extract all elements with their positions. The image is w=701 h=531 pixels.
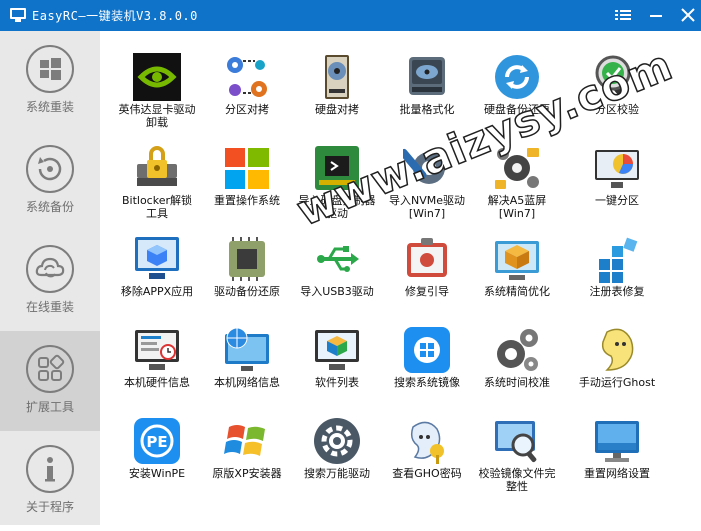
ghost-icon bbox=[601, 328, 634, 371]
sidebar-item-tools[interactable]: 扩展工具 bbox=[0, 331, 100, 431]
tool-registry-repair[interactable]: 注册表修复 bbox=[572, 222, 662, 313]
search-image-icon bbox=[404, 327, 450, 373]
tile-label: 一键分区 bbox=[595, 194, 639, 207]
tool-verify-image[interactable]: 校验镜像文件完 整性 bbox=[472, 404, 562, 495]
tile-label: 驱动备份还原 bbox=[214, 285, 280, 298]
tile-label: 硬盘对拷 bbox=[315, 103, 359, 116]
tool-gho-password[interactable]: 查看GHO密码 bbox=[382, 404, 472, 495]
tile-label: 搜索万能驱动 bbox=[304, 467, 370, 480]
partition-copy-icon bbox=[227, 57, 267, 97]
sidebar: 系统重装 系统备份 在线重装 扩展工具 关于程序 bbox=[0, 31, 100, 525]
tile-label: 搜索系统镜像 bbox=[394, 376, 460, 389]
tool-partition-copy[interactable]: 分区对拷 bbox=[202, 40, 292, 131]
minimize-icon[interactable] bbox=[645, 4, 667, 26]
title-bar: EasyRC—一键装机V3.8.0.0 bbox=[0, 0, 701, 31]
tool-time-sync[interactable]: 系统时间校准 bbox=[472, 313, 562, 404]
tile-label: 本机硬件信息 bbox=[124, 376, 190, 389]
reset-network-icon bbox=[595, 421, 639, 462]
batch-format-icon bbox=[409, 57, 445, 95]
sidebar-item-label: 系统备份 bbox=[25, 200, 74, 214]
hardware-info-icon bbox=[135, 330, 179, 370]
tile-label: 批量格式化 bbox=[399, 103, 455, 116]
tool-batch-format[interactable]: 批量格式化 bbox=[382, 40, 472, 131]
nvidia-icon bbox=[133, 53, 181, 101]
tool-import-usb3-driver[interactable]: 导入USB3驱动 bbox=[292, 222, 382, 313]
tile-label: 查看GHO密码 bbox=[392, 467, 462, 480]
tile-label: 手动运行Ghost bbox=[578, 376, 656, 389]
menu-icon[interactable] bbox=[612, 4, 634, 26]
tool-driver-backup[interactable]: 驱动备份还原 bbox=[202, 222, 292, 313]
sidebar-item-label: 扩展工具 bbox=[25, 400, 74, 414]
tool-search-driver[interactable]: 搜索万能驱动 bbox=[292, 404, 382, 495]
hdd-copy-icon bbox=[325, 55, 349, 99]
sidebar-item-label: 关于程序 bbox=[25, 500, 74, 514]
tile-label: 移除APPX应用 bbox=[120, 285, 194, 298]
tool-reset-os[interactable]: 重置操作系统 bbox=[202, 131, 292, 222]
registry-icon bbox=[599, 237, 638, 283]
tool-hardware-info[interactable]: 本机硬件信息 bbox=[112, 313, 202, 404]
gear-driver-icon bbox=[314, 418, 360, 464]
tile-label: 导入USB3驱动 bbox=[300, 285, 374, 298]
pie-monitor-icon bbox=[595, 150, 639, 188]
tile-label: 英伟达显卡驱动 卸载 bbox=[118, 103, 196, 129]
tool-hdd-copy[interactable]: 硬盘对拷 bbox=[292, 40, 382, 131]
apps-icon bbox=[26, 345, 74, 393]
windows-icon bbox=[26, 45, 74, 93]
app-logo-icon bbox=[10, 8, 26, 22]
window-title: EasyRC—一键装机V3.8.0.0 bbox=[32, 9, 198, 23]
tile-label: 安装WinPE bbox=[128, 467, 186, 480]
tile-label: 软件列表 bbox=[315, 376, 359, 389]
backup-icon bbox=[26, 145, 74, 193]
time-gears-icon bbox=[497, 329, 538, 371]
cloud-icon bbox=[26, 245, 74, 293]
tool-one-click-partition[interactable]: 一键分区 bbox=[572, 131, 662, 222]
info-icon bbox=[26, 445, 74, 493]
tile-label: 解决A5蓝屏 [Win7] bbox=[487, 194, 547, 220]
tool-remove-appx[interactable]: 移除APPX应用 bbox=[112, 222, 202, 313]
network-globe-icon bbox=[225, 327, 269, 371]
tile-label: 重置网络设置 bbox=[584, 467, 650, 480]
sidebar-item-label: 系统重装 bbox=[25, 100, 74, 114]
windows-logo-icon bbox=[225, 148, 269, 189]
tile-label: 校验镜像文件完 整性 bbox=[478, 467, 556, 493]
tool-bitlocker[interactable]: Bitlocker解锁 工具 bbox=[112, 131, 202, 222]
tile-label: 修复引导 bbox=[405, 285, 449, 298]
tool-install-winpe[interactable]: PE 安装WinPE bbox=[112, 404, 202, 495]
tile-label: 系统精简优化 bbox=[484, 285, 550, 298]
tool-software-list[interactable]: 软件列表 bbox=[292, 313, 382, 404]
software-list-icon bbox=[315, 330, 359, 370]
tile-label: 本机网络信息 bbox=[214, 376, 280, 389]
tile-label: 系统时间校准 bbox=[484, 376, 550, 389]
close-icon[interactable] bbox=[677, 4, 699, 26]
tool-network-info[interactable]: 本机网络信息 bbox=[202, 313, 292, 404]
tool-xp-installer[interactable]: 原版XP安装器 bbox=[202, 404, 292, 495]
sidebar-item-label: 在线重装 bbox=[25, 300, 74, 314]
tile-label: 重置操作系统 bbox=[214, 194, 280, 207]
sidebar-item-about[interactable]: 关于程序 bbox=[0, 431, 100, 531]
optimize-icon bbox=[495, 241, 539, 280]
xp-logo-icon bbox=[224, 425, 265, 456]
sidebar-item-backup[interactable]: 系统备份 bbox=[0, 131, 100, 231]
tool-run-ghost[interactable]: 手动运行Ghost bbox=[572, 313, 662, 404]
lock-icon bbox=[137, 146, 177, 186]
tool-repair-boot[interactable]: 修复引导 bbox=[382, 222, 472, 313]
winpe-icon: PE bbox=[134, 418, 180, 464]
usb-icon bbox=[317, 246, 359, 272]
tool-nvidia-uninstall[interactable]: 英伟达显卡驱动 卸载 bbox=[112, 40, 202, 131]
tool-search-image[interactable]: 搜索系统镜像 bbox=[382, 313, 472, 404]
tile-label: 原版XP安装器 bbox=[212, 467, 282, 480]
tool-system-optimize[interactable]: 系统精简优化 bbox=[472, 222, 562, 313]
tile-label: 分区对拷 bbox=[225, 103, 269, 116]
tile-label: 注册表修复 bbox=[589, 285, 645, 298]
verify-image-icon bbox=[495, 421, 537, 463]
repair-boot-icon bbox=[407, 238, 447, 277]
svg-text:PE: PE bbox=[146, 433, 167, 451]
sidebar-item-online[interactable]: 在线重装 bbox=[0, 231, 100, 331]
sidebar-item-reinstall[interactable]: 系统重装 bbox=[0, 31, 100, 131]
tile-label: Bitlocker解锁 工具 bbox=[121, 194, 193, 220]
remove-app-icon bbox=[135, 237, 179, 279]
tool-reset-network[interactable]: 重置网络设置 bbox=[572, 404, 662, 495]
cpu-icon bbox=[229, 237, 265, 281]
gho-password-icon bbox=[410, 421, 444, 464]
